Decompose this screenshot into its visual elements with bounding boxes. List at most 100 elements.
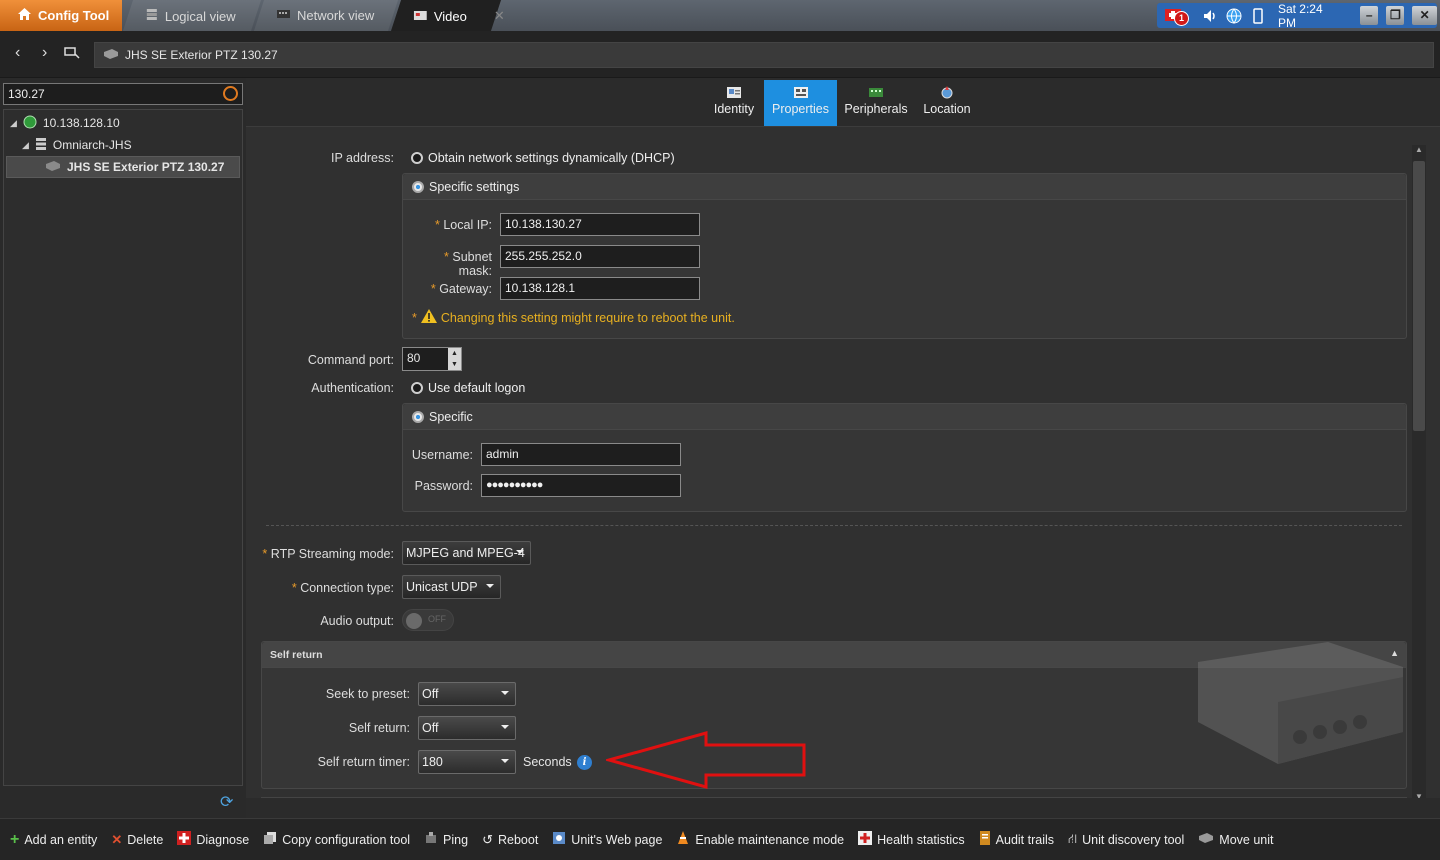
- dhcp-radio-button[interactable]: [411, 152, 423, 164]
- gateway-input[interactable]: 10.138.128.1: [500, 277, 700, 300]
- self-return-title: Self return: [270, 649, 323, 661]
- specific-auth-header: [403, 404, 1406, 430]
- diagnose-button[interactable]: Diagnose: [177, 831, 249, 848]
- audio-output-toggle[interactable]: OFF: [402, 609, 454, 631]
- dhcp-radio[interactable]: Obtain network settings dynamically (DHC…: [411, 151, 675, 165]
- tab-properties[interactable]: Properties: [764, 80, 837, 126]
- reboot-label: Reboot: [497, 832, 539, 847]
- annotation-arrow: [603, 730, 808, 793]
- expand-arrow-icon[interactable]: ◢: [10, 118, 17, 129]
- maintenance-mode-label: Enable maintenance mode: [695, 832, 845, 847]
- seek-to-preset-label: Seek to preset:: [325, 687, 410, 701]
- authentication-label: Authentication:: [311, 381, 394, 395]
- scroll-down-icon[interactable]: ▼: [1415, 792, 1423, 798]
- config-tool-label: Config Tool: [38, 8, 110, 23]
- rtp-streaming-dropdown[interactable]: MJPEG and MPEG-4: [402, 541, 531, 565]
- subnet-mask-label: * Subnet mask:: [444, 250, 492, 278]
- specific-settings-radio-button[interactable]: [412, 181, 424, 193]
- network-path-icon[interactable]: [64, 46, 80, 65]
- diagnose-label: Diagnose: [196, 832, 250, 847]
- specific-settings-radio[interactable]: Specific settings: [412, 180, 519, 194]
- tree-item-camera[interactable]: JHS SE Exterior PTZ 130.27: [6, 156, 240, 178]
- subnet-mask-input[interactable]: 255.255.252.0: [500, 245, 700, 268]
- tab-identity[interactable]: Identity: [704, 80, 764, 126]
- unit-discovery-button[interactable]: ⛙ Unit discovery tool: [1068, 831, 1184, 849]
- breadcrumb-label: JHS SE Exterior PTZ 130.27: [125, 48, 278, 62]
- maintenance-mode-button[interactable]: Enable maintenance mode: [676, 831, 844, 848]
- specific-settings-header: [403, 174, 1406, 200]
- default-logon-radio[interactable]: Use default logon: [411, 381, 525, 395]
- copy-configuration-button[interactable]: Copy configuration tool: [263, 831, 410, 848]
- tab-location[interactable]: Location: [915, 80, 979, 126]
- specific-auth-group: Specific Username: admin Password: ●●●●●…: [402, 403, 1407, 512]
- add-entity-label: Add an entity: [24, 832, 98, 847]
- network-view-tab[interactable]: Network view: [253, 0, 399, 31]
- username-label: Username:: [411, 448, 473, 462]
- warning-icon: [420, 309, 437, 326]
- close-tab-icon[interactable]: ✕: [494, 8, 505, 24]
- health-statistics-button[interactable]: Health statistics: [858, 831, 965, 848]
- delete-button[interactable]: ✕ Delete: [111, 832, 163, 848]
- breadcrumb[interactable]: JHS SE Exterior PTZ 130.27: [94, 42, 1434, 68]
- audit-trails-button[interactable]: Audit trails: [979, 831, 1054, 848]
- refresh-icon[interactable]: ⟳: [220, 792, 233, 812]
- properties-icon: [793, 86, 809, 99]
- decrement-icon[interactable]: ▼: [448, 359, 461, 370]
- increment-icon[interactable]: ▲: [448, 348, 461, 359]
- specific-auth-radio[interactable]: Specific: [412, 410, 473, 424]
- rtp-streaming-value: MJPEG and MPEG-4: [406, 546, 525, 560]
- chevron-down-icon: [486, 584, 494, 588]
- seek-to-preset-value: Off: [422, 687, 439, 701]
- volume-icon[interactable]: [1202, 8, 1218, 24]
- restore-button[interactable]: ❐: [1386, 6, 1405, 25]
- forward-button[interactable]: ›: [42, 44, 47, 62]
- logical-view-tab[interactable]: Logical view: [122, 0, 262, 31]
- tree-item-server[interactable]: ◢ 10.138.128.10: [10, 112, 120, 134]
- vertical-scrollbar[interactable]: ▲ ▼: [1412, 145, 1426, 798]
- move-unit-icon: [1198, 832, 1214, 847]
- audit-trails-icon: [979, 831, 991, 848]
- tab-label: Identity: [713, 102, 755, 116]
- video-tab[interactable]: Video ✕: [390, 0, 505, 31]
- move-unit-button[interactable]: Move unit: [1198, 832, 1273, 847]
- scroll-up-icon[interactable]: ▲: [1415, 145, 1423, 154]
- default-logon-radio-button[interactable]: [411, 382, 423, 394]
- back-button[interactable]: ‹: [15, 44, 20, 62]
- tree-item-archiver[interactable]: ◢ Omniarch-JHS: [22, 134, 132, 156]
- reboot-icon: ↺: [482, 831, 493, 847]
- reboot-warning: * Changing this setting might require to…: [412, 309, 735, 326]
- web-page-button[interactable]: Unit's Web page: [552, 831, 662, 848]
- network-globe-icon[interactable]: [1226, 8, 1242, 24]
- chevron-down-icon: [501, 759, 509, 763]
- info-icon[interactable]: i: [577, 755, 592, 770]
- specific-auth-label: Specific: [429, 410, 473, 424]
- scroll-thumb[interactable]: [1413, 161, 1425, 431]
- self-return-timer-dropdown[interactable]: 180: [418, 750, 516, 774]
- mobile-icon[interactable]: [1250, 7, 1266, 24]
- seek-to-preset-dropdown[interactable]: Off: [418, 682, 516, 706]
- password-input[interactable]: ●●●●●●●●●●: [481, 474, 681, 497]
- move-unit-label: Move unit: [1219, 832, 1274, 847]
- local-ip-input[interactable]: 10.138.130.27: [500, 213, 700, 236]
- self-return-dropdown[interactable]: Off: [418, 716, 516, 740]
- search-input[interactable]: 130.27: [3, 83, 243, 105]
- specific-auth-radio-button[interactable]: [412, 411, 424, 423]
- command-port-stepper[interactable]: 80 ▲ ▼: [402, 347, 462, 371]
- config-tool-tab[interactable]: Config Tool: [0, 0, 122, 31]
- minimize-button[interactable]: –: [1360, 6, 1379, 25]
- ping-button[interactable]: Ping: [424, 831, 468, 848]
- close-window-button[interactable]: ✕: [1412, 6, 1438, 25]
- nav-bar: ‹ › JHS SE Exterior PTZ 130.27: [0, 31, 1440, 78]
- self-return-timer-label: Self return timer:: [317, 755, 410, 769]
- command-port-value: 80: [407, 351, 421, 365]
- camera-unit-icon: [45, 160, 61, 175]
- expand-arrow-icon[interactable]: ◢: [22, 140, 29, 151]
- reboot-button[interactable]: ↺ Reboot: [482, 832, 538, 848]
- bottom-toolbar: + Add an entity ✕ Delete Diagnose Copy con…: [0, 818, 1440, 860]
- tab-peripherals[interactable]: Peripherals: [837, 80, 915, 126]
- add-entity-button[interactable]: + Add an entity: [10, 831, 97, 849]
- connection-type-dropdown[interactable]: Unicast UDP: [402, 575, 501, 599]
- tab-label: Peripherals: [844, 102, 908, 116]
- clear-search-icon[interactable]: [223, 86, 238, 101]
- username-input[interactable]: admin: [481, 443, 681, 466]
